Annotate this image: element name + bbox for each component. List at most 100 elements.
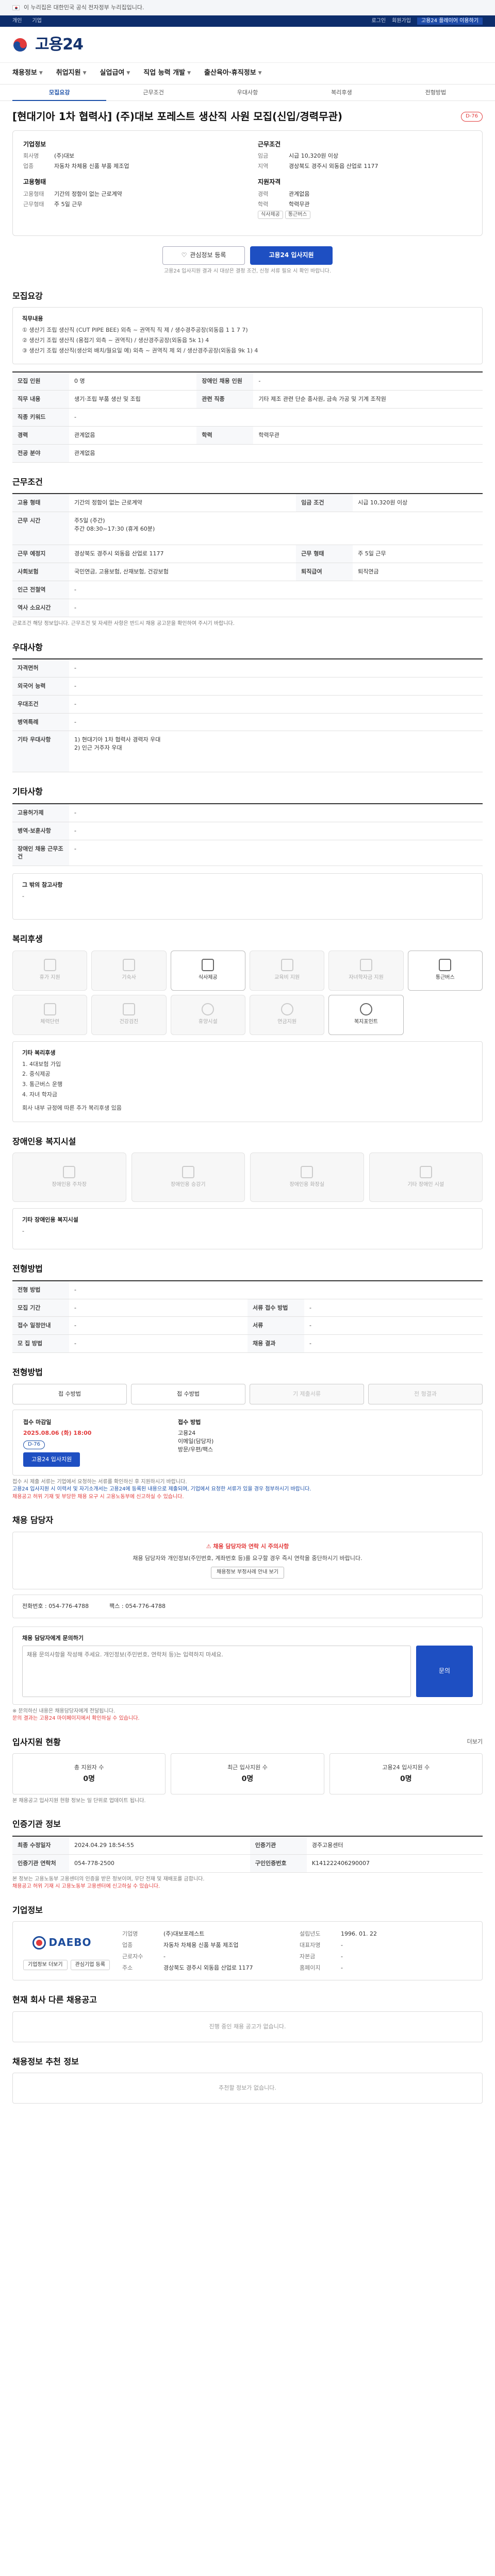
conditions-table: 고용 형태 기간의 정함이 없는 근로계약 임금 조건 시급 10,320원 이상 근… xyxy=(12,493,483,618)
apply-box: 접수 마감일 2025.08.06 (화) 18:00 D-76 고용24 입사… xyxy=(12,1409,483,1476)
section-other: 기타사항 xyxy=(12,787,43,797)
company-name: (주)대보 xyxy=(54,152,74,160)
company-card: DAEBO 기업정보 더보기 관심기업 등록 기업명 (주)대보포레스트 설립년도… xyxy=(12,1921,483,1981)
section-recommend: 채용정보 추천 정보 xyxy=(12,2056,79,2066)
duty-box: 직무내용 ① 생산기 조립 생산직 (CUT PIPE BEE) 외측 ~ 권역… xyxy=(12,307,483,365)
util-company[interactable]: 기업 xyxy=(32,18,41,25)
section-tabs: 모집요강 근무조건 우대사항 복리후생 전형방법 xyxy=(0,84,495,101)
tab-conditions[interactable]: 근무조건 xyxy=(106,89,200,97)
recommend-empty: 추천할 정보가 없습니다. xyxy=(12,2072,483,2104)
nav-item-benefit[interactable]: 실업급여 ▼ xyxy=(100,69,130,78)
tab-method[interactable]: 전형방법 xyxy=(389,89,483,97)
dday-badge: D-76 xyxy=(460,112,483,122)
welfare-item-pension: 연금지원 xyxy=(249,994,325,1035)
tab-welfare[interactable]: 복리후생 xyxy=(294,89,388,97)
section-contact: 채용 담당자 xyxy=(12,1515,54,1526)
fitness-icon xyxy=(43,1003,56,1016)
disability-icons: 장애인용 주차장 장애인용 승강기 장애인용 화장실 기타 장애인 시설 xyxy=(12,1153,483,1202)
section-stats: 입사지원 현황 더보기 xyxy=(12,1737,483,1747)
welfare-item-point: 복지포인트 xyxy=(328,994,404,1035)
disability-box: 기타 장애인용 복지시설 - xyxy=(12,1208,483,1250)
contact-warning: ⚠ 채용 담당자와 연락 시 주의사항 채용 담당자와 개인정보(주민번호, 계… xyxy=(12,1531,483,1589)
welfare-item-health: 건강검진 xyxy=(91,994,167,1035)
health-check-icon xyxy=(122,1003,135,1016)
section-disability: 장애인용 복지시설 xyxy=(12,1137,76,1147)
apply-tab-4[interactable]: 전 형결과 xyxy=(368,1383,483,1404)
company-logo: DAEBO xyxy=(23,1930,101,1956)
nav-item-parental[interactable]: 출산육아·휴직정보 ▼ xyxy=(204,69,262,78)
qa-input[interactable] xyxy=(22,1645,411,1697)
login-link[interactable]: 로그인 xyxy=(371,18,386,25)
page-title: [현대기아 1차 협력사] (주)대보 포레스트 생산직 사원 모집(신입/경력… xyxy=(12,101,483,130)
recruit-table: 모집 인원 0 명 장애인 채용 인원 - 직무 내용 생기·조립 부품 생산 및 조립… xyxy=(12,371,483,463)
bus-icon xyxy=(439,959,452,972)
header: 고용24 xyxy=(0,27,495,63)
util-bar: 개인 기업 로그인 회원가입 고용24 플레이어 이용하기 xyxy=(0,15,495,27)
apply-tab-1[interactable]: 접 수방법 xyxy=(12,1383,127,1404)
player-link[interactable]: 고용24 플레이어 이용하기 xyxy=(417,17,483,25)
signup-link[interactable]: 회원가입 xyxy=(392,18,411,25)
welfare-item-bus: 통근버스 xyxy=(407,950,483,991)
main-nav: 채용정보 ▼ 취업지원 ▼ 실업급여 ▼ 직업 능력 개발 ▼ 출산육아·휴직정보 ▼ xyxy=(0,63,495,84)
nav-item-jobs[interactable]: 채용정보 ▼ xyxy=(12,69,43,78)
other-table: 고용허가제 - 병역·보훈사항 - 장애인 채용 근무조건 - xyxy=(12,803,483,867)
apply-tab-3[interactable]: 기 제출서류 xyxy=(250,1383,364,1404)
stat-recent: 최근 입사지원 수 0명 xyxy=(171,1753,324,1794)
child-education-icon xyxy=(359,959,372,972)
company-more-button[interactable]: 기업정보 더보기 xyxy=(23,1959,68,1971)
stat-goyong24: 고용24 입사지원 수 0명 xyxy=(329,1753,483,1794)
stats-grid: 총 지원자 수 0명 최근 입사지원 수 0명 고용24 입사지원 수 0명 xyxy=(12,1753,483,1794)
nav-item-training[interactable]: 직업 능력 개발 ▼ xyxy=(143,69,191,78)
salary-value: 시급 10,320원 이상 xyxy=(289,152,339,160)
logo-icon[interactable] xyxy=(12,37,28,53)
tab-recruit[interactable]: 모집요강 xyxy=(12,84,107,101)
contact-box: 전화번호 : 054-776-4788 팩스 : 054-776-4788 xyxy=(12,1594,483,1618)
section-method: 전형방법 xyxy=(12,1264,43,1274)
section-preference: 우대사항 xyxy=(12,642,43,652)
section-welfare: 복리후생 xyxy=(12,934,43,944)
wheelchair-icon xyxy=(419,1166,432,1179)
welfare-item-child-edu: 자녀학자금 지원 xyxy=(328,950,404,991)
meal-icon xyxy=(202,959,214,972)
info-table: 최종 수정일자 2024.04.29 18:54:55 인증기관 경주고용센터 인증기… xyxy=(12,1835,483,1873)
welfare-item-edu: 교육비 지원 xyxy=(249,950,325,991)
facility-parking: 장애인용 주차장 xyxy=(12,1153,126,1202)
phone-number: 054-776-4788 xyxy=(48,1602,89,1609)
section-info: 인증기관 정보 xyxy=(12,1819,61,1829)
pension-icon xyxy=(280,1003,293,1016)
logo-text[interactable]: 고용24 xyxy=(35,33,84,56)
qa-send-button[interactable]: 문의 xyxy=(416,1645,473,1697)
restroom-icon xyxy=(301,1166,314,1179)
welfare-item-fitness: 체력단련 xyxy=(12,994,88,1035)
facility-other: 기타 장애인 시설 xyxy=(369,1153,483,1202)
stat-total: 총 지원자 수 0명 xyxy=(12,1753,166,1794)
heart-icon: ♡ xyxy=(181,251,187,259)
welfare-icons: 휴가 지원 기숙사 식사제공 교육비 지원 자녀학자금 지원 통근버스 체력단련… xyxy=(12,950,483,1035)
tag: 통근버스 xyxy=(285,210,310,219)
apply-tab-2[interactable]: 접 수방법 xyxy=(131,1383,245,1404)
util-personal[interactable]: 개인 xyxy=(12,18,22,25)
stats-more-link[interactable]: 더보기 xyxy=(467,1738,483,1746)
elevator-icon xyxy=(182,1166,194,1179)
facility-elevator: 장애인용 승강기 xyxy=(131,1153,245,1202)
vacation-icon xyxy=(43,959,56,972)
welfare-box: 기타 복리후생 1. 4대보험 가입 2. 중식제공 3. 통근버스 운행 4.… xyxy=(12,1041,483,1123)
interest-button[interactable]: ♡ 관심정보 등록 xyxy=(162,246,245,265)
apply-button[interactable]: 고용24 입사지원 xyxy=(250,246,333,265)
tab-preference[interactable]: 우대사항 xyxy=(201,89,294,97)
nav-item-support[interactable]: 취업지원 ▼ xyxy=(56,69,87,78)
section-apply: 전형방법 xyxy=(12,1367,43,1378)
point-icon xyxy=(359,1003,372,1016)
dday-pill: D-76 xyxy=(23,1440,45,1449)
apply-now-button[interactable]: 고용24 입사지원 xyxy=(23,1452,80,1467)
section-company: 기업정보 xyxy=(12,1905,43,1915)
resort-icon xyxy=(202,1003,214,1016)
qa-box: 채용 담당자에게 문의하기 문의 xyxy=(12,1626,483,1705)
chevron-down-icon: ▼ xyxy=(39,70,43,76)
deadline-date: 2025.08.06 (화) 18:00 xyxy=(23,1430,92,1437)
welfare-item-dorm: 기숙사 xyxy=(91,950,167,991)
section-recruit: 모집요강 xyxy=(12,291,43,301)
fraud-guide-button[interactable]: 채용정보 부정사례 안내 보기 xyxy=(211,1567,284,1579)
company-interest-button[interactable]: 관심기업 등록 xyxy=(70,1959,110,1971)
chevron-down-icon: ▼ xyxy=(82,70,87,76)
